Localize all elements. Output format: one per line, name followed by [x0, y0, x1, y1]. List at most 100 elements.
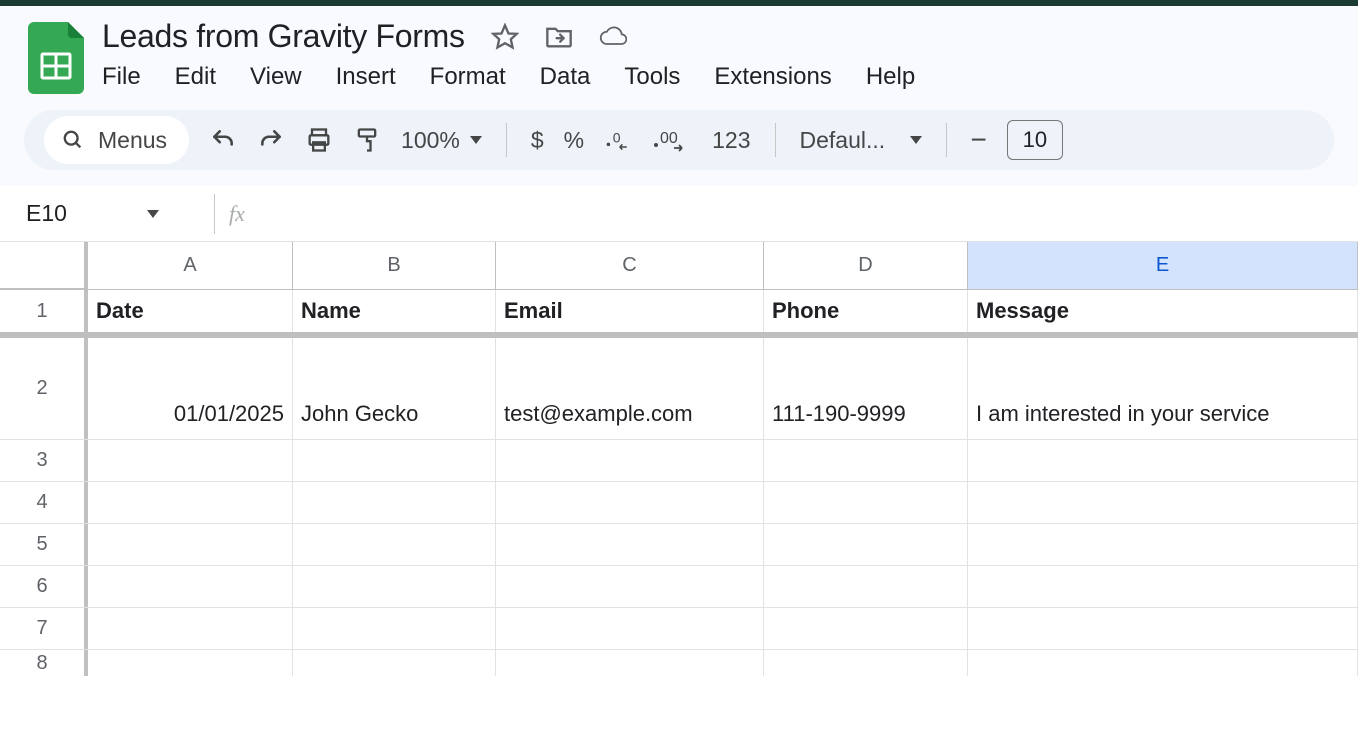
cell[interactable]: [764, 566, 968, 607]
cell[interactable]: [968, 650, 1358, 676]
column-header-a[interactable]: A: [88, 242, 293, 289]
column-header-b[interactable]: B: [293, 242, 496, 289]
cell-reference: E10: [26, 200, 67, 227]
row-header-1[interactable]: 1: [0, 290, 88, 332]
cell[interactable]: [88, 566, 293, 607]
column-header-e[interactable]: E: [968, 242, 1358, 289]
menu-insert[interactable]: Insert: [336, 63, 396, 91]
cell[interactable]: Phone: [764, 290, 968, 332]
redo-icon[interactable]: [257, 126, 285, 154]
format-123-button[interactable]: 123: [712, 127, 750, 154]
decrease-decimal-icon[interactable]: 0: [604, 126, 632, 154]
menu-bar: File Edit View Insert Format Data Tools …: [102, 63, 915, 91]
menu-format[interactable]: Format: [430, 63, 506, 91]
decrease-font-size-button[interactable]: −: [971, 124, 987, 156]
cell[interactable]: [764, 482, 968, 523]
document-header: Leads from Gravity Forms: [0, 6, 1358, 94]
cell[interactable]: [293, 482, 496, 523]
font-dropdown[interactable]: Defaul...: [800, 127, 922, 154]
cell[interactable]: [968, 482, 1358, 523]
sheets-logo-icon[interactable]: [28, 22, 84, 94]
font-size-input[interactable]: 10: [1007, 120, 1063, 160]
table-row: 5: [0, 524, 1358, 566]
zoom-dropdown[interactable]: 100%: [401, 127, 482, 154]
menu-file[interactable]: File: [102, 63, 141, 91]
move-folder-icon[interactable]: [545, 23, 573, 51]
cell[interactable]: [764, 608, 968, 649]
increase-decimal-icon[interactable]: 00: [652, 126, 692, 154]
menus-label: Menus: [98, 127, 167, 154]
cell[interactable]: [764, 524, 968, 565]
menu-data[interactable]: Data: [540, 63, 591, 91]
percent-button[interactable]: %: [564, 127, 584, 154]
cell[interactable]: Message: [968, 290, 1358, 332]
row-header-6[interactable]: 6: [0, 566, 88, 607]
row-header-2[interactable]: 2: [0, 338, 88, 439]
table-row: 1 Date Name Email Phone Message: [0, 290, 1358, 338]
cloud-status-icon[interactable]: [599, 23, 627, 51]
table-row: 7: [0, 608, 1358, 650]
cell[interactable]: [88, 440, 293, 481]
row-header-5[interactable]: 5: [0, 524, 88, 565]
cell[interactable]: [496, 566, 764, 607]
column-header-c[interactable]: C: [496, 242, 764, 289]
menu-tools[interactable]: Tools: [624, 63, 680, 91]
chevron-down-icon: [910, 136, 922, 144]
cell[interactable]: [496, 440, 764, 481]
menu-edit[interactable]: Edit: [175, 63, 216, 91]
column-header-d[interactable]: D: [764, 242, 968, 289]
row-header-4[interactable]: 4: [0, 482, 88, 523]
cell[interactable]: [968, 440, 1358, 481]
cell[interactable]: [496, 650, 764, 676]
separator: [214, 194, 215, 234]
cell[interactable]: [496, 524, 764, 565]
search-menus-button[interactable]: Menus: [44, 116, 189, 164]
cell[interactable]: [88, 608, 293, 649]
cell[interactable]: [496, 608, 764, 649]
cell[interactable]: [88, 482, 293, 523]
cell[interactable]: [496, 482, 764, 523]
toolbar-separator: [506, 123, 507, 157]
cell[interactable]: [764, 650, 968, 676]
cell[interactable]: Email: [496, 290, 764, 332]
cell[interactable]: [968, 608, 1358, 649]
cell[interactable]: Name: [293, 290, 496, 332]
select-all-corner[interactable]: [0, 242, 88, 289]
chevron-down-icon: [470, 136, 482, 144]
currency-button[interactable]: $: [531, 127, 544, 154]
cell[interactable]: [293, 440, 496, 481]
cell[interactable]: 111-190-9999: [764, 338, 968, 439]
row-header-3[interactable]: 3: [0, 440, 88, 481]
menu-help[interactable]: Help: [866, 63, 915, 91]
cell[interactable]: [968, 524, 1358, 565]
cell[interactable]: Date: [88, 290, 293, 332]
cell[interactable]: [764, 440, 968, 481]
cell[interactable]: 01/01/2025: [88, 338, 293, 439]
cell[interactable]: I am interested in your service: [968, 338, 1358, 439]
star-icon[interactable]: [491, 23, 519, 51]
paint-format-icon[interactable]: [353, 126, 381, 154]
cell[interactable]: [293, 608, 496, 649]
table-row: 8: [0, 650, 1358, 676]
menu-extensions[interactable]: Extensions: [714, 63, 831, 91]
row-header-7[interactable]: 7: [0, 608, 88, 649]
cell[interactable]: [968, 566, 1358, 607]
table-row: 3: [0, 440, 1358, 482]
cell[interactable]: [293, 650, 496, 676]
cell[interactable]: [88, 524, 293, 565]
document-title[interactable]: Leads from Gravity Forms: [102, 18, 465, 55]
toolbar-separator: [775, 123, 776, 157]
spreadsheet-grid[interactable]: A B C D E 1 Date Name Email Phone Messag…: [0, 242, 1358, 676]
menu-view[interactable]: View: [250, 63, 302, 91]
undo-icon[interactable]: [209, 126, 237, 154]
print-icon[interactable]: [305, 126, 333, 154]
cell[interactable]: test@example.com: [496, 338, 764, 439]
name-box[interactable]: E10: [0, 200, 200, 227]
cell[interactable]: [293, 566, 496, 607]
cell[interactable]: [88, 650, 293, 676]
cell[interactable]: John Gecko: [293, 338, 496, 439]
zoom-value: 100%: [401, 127, 460, 154]
cell[interactable]: [293, 524, 496, 565]
row-header-8[interactable]: 8: [0, 650, 88, 676]
chevron-down-icon: [147, 210, 159, 218]
